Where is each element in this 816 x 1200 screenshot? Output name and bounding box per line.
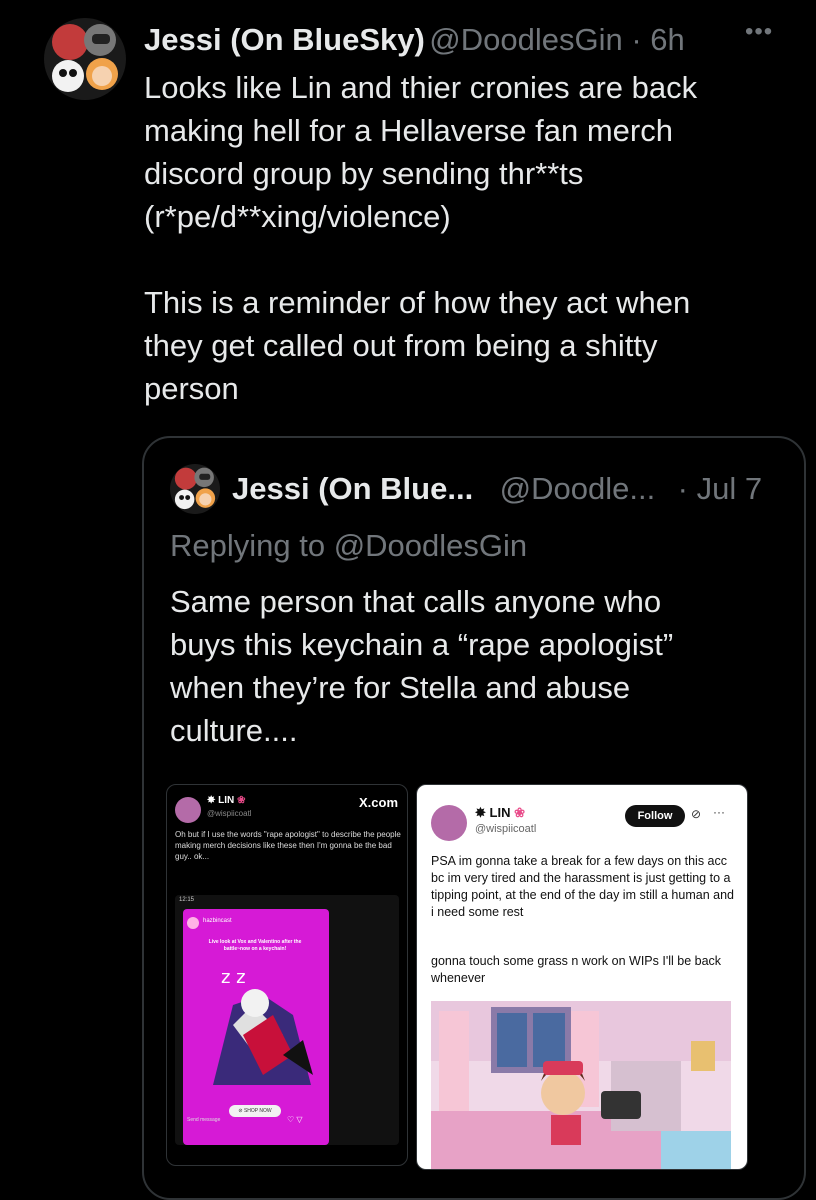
- cartoon-image: [431, 1001, 731, 1169]
- quote-author-name: Jessi (On Blue...: [232, 471, 474, 506]
- quote-author-handle: @Doodle...: [499, 471, 656, 506]
- quote-text: Same person that calls anyone who buys t…: [170, 584, 674, 748]
- tweet-text: Looks like Lin and thier cronies are bac…: [144, 70, 698, 406]
- quote-header: Jessi (On Blue... @Doodle... · Jul 7: [232, 471, 762, 507]
- follow-button: Follow: [625, 805, 685, 827]
- story-card: hazbincast Live look at Vox and Valentin…: [183, 909, 329, 1145]
- left-image-text: Oh but if I use the words "rape apologis…: [175, 830, 401, 861]
- story-user: hazbincast: [203, 918, 232, 924]
- send-message: Send message: [187, 1117, 221, 1123]
- left-lin-name: ✸ LIN ❀: [207, 795, 246, 806]
- replying-to: Replying to @DoodlesGin: [170, 528, 528, 563]
- avatar-image: [44, 18, 126, 100]
- quote-time: · Jul 7: [677, 471, 763, 506]
- story-screenshot: 12:15 hazbincast Live look at Vox and Va…: [175, 895, 399, 1145]
- right-lin-name: ✸ LIN ❀: [475, 805, 525, 820]
- svg-text:z z: z z: [221, 967, 246, 988]
- quote-media-right[interactable]: ✸ LIN ❀ @wispiicoatl Follow ⊘ ··· PSA im…: [416, 784, 748, 1170]
- right-lin-avatar: [431, 805, 467, 841]
- right-image-text1: PSA im gonna take a break for a few days…: [431, 854, 734, 919]
- grok-icon: ⊘: [691, 807, 702, 821]
- story-avatar: [187, 917, 199, 929]
- story-caption: Live look at Vox and Valentino after the…: [208, 939, 302, 952]
- more-icon: ···: [713, 805, 725, 819]
- heart-send-icons: ♡ ▽: [287, 1115, 303, 1124]
- more-options-icon[interactable]: •••: [745, 18, 773, 46]
- x-brand: X.com: [359, 795, 399, 810]
- avatar-image: [170, 464, 220, 514]
- right-image-text2: gonna touch some grass n work on WIPs I'…: [431, 954, 722, 985]
- quote-author-avatar: [170, 464, 220, 514]
- right-lin-handle: @wispiicoatl: [475, 823, 537, 835]
- status-time: 12:15: [179, 897, 195, 903]
- tweet-header: Jessi (On BlueSky) @DoodlesGin · 6h: [144, 22, 685, 58]
- author-handle-time[interactable]: @DoodlesGin · 6h: [429, 22, 684, 57]
- keychain-art: z z: [213, 967, 313, 1085]
- lin-avatar: [175, 797, 201, 823]
- author-avatar[interactable]: [44, 18, 126, 100]
- left-lin-handle: @wispiicoatl: [207, 809, 252, 818]
- shop-now-button: ⊘ SHOP NOW: [229, 1105, 281, 1117]
- quote-media-left[interactable]: ✸ LIN ❀ @wispiicoatl X.com Oh but if I u…: [166, 784, 408, 1166]
- author-name[interactable]: Jessi (On BlueSky): [144, 22, 425, 57]
